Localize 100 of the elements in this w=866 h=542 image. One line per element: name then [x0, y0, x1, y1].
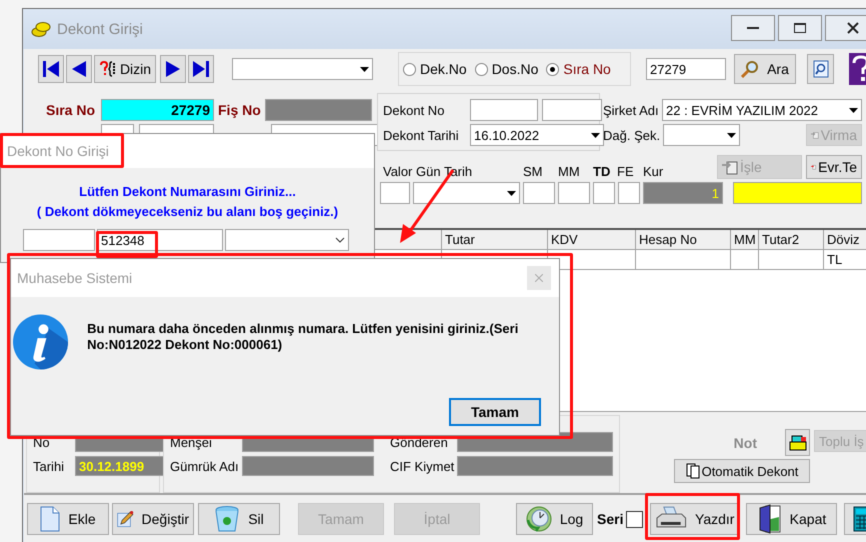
field-label: Kur: [643, 164, 664, 179]
series-dropdown[interactable]: [225, 229, 349, 251]
input-field[interactable]: [593, 182, 615, 204]
number-field[interactable]: 512348: [97, 229, 223, 251]
navigation-button[interactable]: [188, 55, 214, 83]
register-icon: [788, 434, 806, 450]
help-icon: [849, 53, 866, 85]
action-button[interactable]: Kapat: [746, 503, 838, 535]
close-icon: [847, 22, 859, 34]
field-label: CIF Kiymet: [390, 458, 456, 474]
document-search-icon: [812, 60, 828, 78]
sequence-number-field[interactable]: 27279: [101, 99, 214, 121]
table-cell: TL: [824, 250, 866, 269]
filter-dropdown[interactable]: [232, 58, 373, 80]
date-dropdown[interactable]: 16.10.2022: [470, 124, 604, 146]
field-label: TD: [593, 164, 612, 179]
field-label: Menşei: [170, 434, 213, 450]
field-label: Dağ. Şek.: [603, 128, 662, 142]
column-header: KDV: [548, 230, 636, 249]
input-field[interactable]: [558, 182, 590, 204]
coins-icon: [31, 21, 51, 37]
action-button[interactable]: Yazdır: [650, 503, 740, 535]
close-button[interactable]: [825, 15, 866, 41]
field-label: Şirket Adı: [603, 102, 660, 118]
next-record-icon: [165, 60, 181, 78]
preview-button[interactable]: [807, 54, 834, 84]
field-label: SM: [523, 164, 544, 179]
field-label: Fiş No: [218, 102, 261, 118]
dropdown-caret-icon: [360, 66, 369, 72]
recycle-bin-icon: [214, 505, 240, 533]
message-text: Bu numara daha önceden alınmış numara. Lütfen yenisini giriniz.(Seri No:N012022 Dekont No:000061): [87, 321, 520, 353]
maximize-button[interactable]: [778, 15, 822, 41]
navigation-button[interactable]: [66, 55, 92, 83]
note-label: Not: [734, 434, 757, 450]
first-record-icon: [42, 60, 60, 78]
dialog-title: Dekont No Girişi: [7, 143, 109, 159]
document-arrow-icon: [722, 159, 738, 175]
door-icon: [758, 504, 782, 534]
ok-button[interactable]: Tamam: [449, 398, 541, 426]
column-header: Hesap No: [636, 230, 731, 249]
auto-entry-button[interactable]: Otomatik Dekont: [674, 459, 810, 483]
checkbox-label: Seri: [597, 511, 624, 527]
field-label: Tarihi: [33, 458, 66, 474]
radio-option[interactable]: Sıra No: [546, 61, 611, 77]
index-button[interactable]: Dizin: [94, 55, 156, 83]
radio-option[interactable]: Dos.No: [474, 61, 538, 77]
input-field[interactable]: [618, 182, 640, 204]
input-field[interactable]: [733, 182, 862, 204]
dropdown-caret-icon: [849, 108, 858, 112]
checkbox[interactable]: [626, 510, 644, 528]
prompt-text: Lütfen Dekont Numarasını Giriniz...: [79, 184, 296, 199]
last-record-icon: [192, 60, 210, 78]
hint-text: ( Dekont dökmeyecekseniz bu alanı boş geçiniz.): [36, 204, 338, 219]
action-button[interactable]: Değiştir: [112, 503, 194, 535]
info-icon: [13, 314, 68, 370]
action-button[interactable]: Log: [516, 503, 593, 535]
input-field[interactable]: [457, 456, 613, 476]
distribution-dropdown[interactable]: [663, 124, 740, 146]
close-icon: [535, 274, 543, 282]
column-header: Döviz: [824, 230, 866, 249]
input-field[interactable]: [23, 229, 95, 251]
company-dropdown[interactable]: 22 : EVRİM YAZILIM 2022: [662, 99, 862, 121]
dropdown-caret-icon: [591, 132, 600, 138]
field-label: Gümrük Adı: [170, 458, 240, 474]
page-icon: [40, 506, 60, 532]
search-icon: [741, 60, 760, 78]
search-field[interactable]: 27279: [646, 58, 726, 80]
radio-option[interactable]: Dek.No: [403, 61, 467, 77]
navigation-button[interactable]: [160, 55, 186, 83]
dropdown-caret-icon: [727, 132, 736, 138]
dialog-title: Muhasebe Sistemi: [17, 270, 132, 286]
field-label: FE: [617, 164, 635, 179]
column-header: Tutar2: [759, 230, 824, 249]
field-label: MM: [558, 164, 581, 179]
minimize-button[interactable]: [731, 15, 775, 41]
documents-icon: [686, 463, 700, 479]
search-button[interactable]: Ara: [734, 54, 796, 84]
field-label: Dekont Tarihi: [383, 128, 460, 142]
input-field[interactable]: [470, 99, 538, 121]
input-field[interactable]: [242, 456, 374, 476]
chevron-down-icon: [335, 237, 345, 243]
day-dropdown[interactable]: [413, 182, 520, 204]
note-button[interactable]: [785, 429, 810, 456]
dropdown-caret-icon: [507, 190, 516, 196]
date-field[interactable]: 30.12.1899: [75, 456, 164, 476]
receipt-number-field[interactable]: [264, 99, 372, 121]
input-field[interactable]: [380, 182, 410, 204]
field-label: Dekont No: [383, 102, 446, 118]
navigation-button[interactable]: [38, 55, 64, 83]
action-button[interactable]: Sil: [198, 503, 280, 535]
document-button[interactable]: Evr.Te: [806, 155, 862, 179]
input-field[interactable]: [542, 99, 602, 121]
column-header: Tutar: [442, 230, 548, 249]
previous-record-icon: [71, 60, 87, 78]
maximize-icon: [794, 23, 806, 33]
minimize-icon: [747, 26, 759, 30]
exchange-rate-field[interactable]: 1: [643, 182, 723, 204]
window-title: Dekont Girişi: [57, 20, 143, 38]
action-button[interactable]: Ekle: [27, 503, 109, 535]
input-field[interactable]: [523, 182, 555, 204]
